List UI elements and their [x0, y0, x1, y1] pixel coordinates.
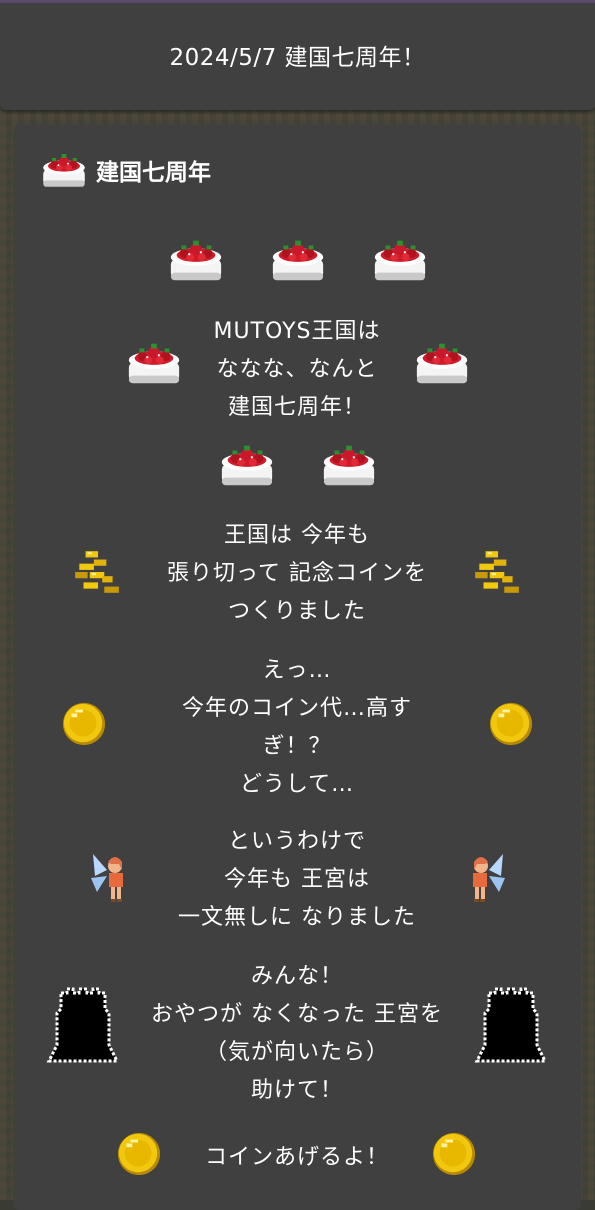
- fairy-icon: [89, 850, 133, 906]
- message-line: どうして…: [239, 772, 355, 797]
- card-heading: 建国七周年: [40, 145, 211, 195]
- message-line: ななな、なんと: [216, 357, 378, 382]
- castle-silhouette-icon: [43, 987, 123, 1067]
- strawberry-cake-icon: [413, 338, 471, 388]
- strawberry-cake-icon: [125, 338, 183, 388]
- strawberry-cake-icon: [40, 149, 88, 191]
- dialog-title: 2024/5/7 建国七周年！: [169, 45, 426, 71]
- castle-silhouette-icon: [471, 987, 551, 1067]
- message-line: 建国七周年！: [227, 395, 366, 420]
- anniversary-card: 建国七周年 MUTOYS王国は ななな、なんと 建国七周年！ 王国は 今年も 張…: [13, 125, 581, 1210]
- message-line: つくりました: [227, 599, 366, 624]
- message-line: 助けて！: [250, 1078, 343, 1103]
- message-line: MUTOYS王国は: [213, 319, 381, 344]
- strawberry-cake-icon: [269, 235, 327, 285]
- message-line: コインあげるよ！: [204, 1145, 389, 1170]
- gold-coin-icon: [60, 700, 108, 748]
- gold-coin-icon: [430, 1130, 478, 1178]
- dialog-header: 2024/5/7 建国七周年！: [0, 3, 595, 110]
- strawberry-cake-icon: [371, 235, 429, 285]
- coin-pile-icon: [471, 549, 523, 595]
- fairy-icon: [463, 850, 507, 906]
- message-line: みんな！: [250, 964, 343, 989]
- strawberry-cake-icon: [167, 235, 225, 285]
- message-line: えっ…: [262, 658, 332, 683]
- strawberry-cake-icon: [320, 440, 378, 490]
- gold-coin-icon: [115, 1130, 163, 1178]
- coin-pile-icon: [71, 549, 123, 595]
- card-title: 建国七周年: [96, 160, 211, 186]
- gold-coin-icon: [487, 700, 535, 748]
- message-line: 王国は 今年も: [224, 523, 370, 548]
- strawberry-cake-icon: [218, 440, 276, 490]
